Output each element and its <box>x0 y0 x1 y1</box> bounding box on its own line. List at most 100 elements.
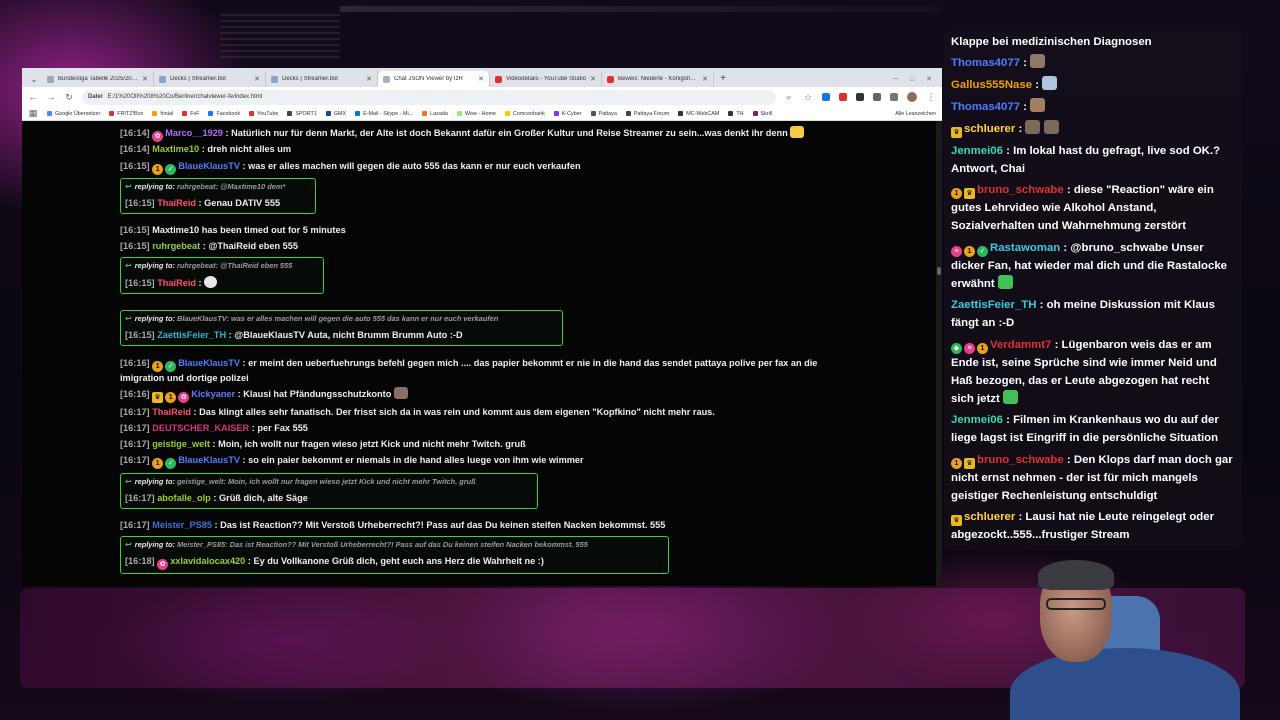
reply-box: ↩ replying to: geistige_welt: Moin, ich w… <box>120 473 538 509</box>
reload-icon[interactable]: ↻ <box>64 92 74 103</box>
maximize-icon[interactable]: □ <box>910 76 914 83</box>
message-username[interactable]: Kickyaner <box>191 389 235 399</box>
overlay-username: Thomas4077 <box>951 57 1021 69</box>
bookmark-item[interactable]: TH <box>728 111 744 117</box>
message-timestamp: [16:15] <box>120 225 150 235</box>
message-username[interactable]: ZaettisFeier_TH <box>157 330 226 340</box>
reply-arrow-icon: ↩ <box>125 477 132 486</box>
overlay-message: 1 ♛ bruno_schwabe : Den Klops darf man doc… <box>951 454 1233 502</box>
bookmark-item[interactable]: YouTube <box>249 111 278 117</box>
bookmark-star-icon[interactable]: ☆ <box>803 92 813 103</box>
message-timestamp: [16:15] <box>125 330 155 340</box>
tab-search-icon[interactable]: ⌄ <box>26 71 42 87</box>
all-bookmarks-link[interactable]: Alle Lesezeichen <box>895 111 936 117</box>
tab-2[interactable]: Decks | Streamer.bot ✕ <box>266 71 378 87</box>
extension-icon[interactable] <box>822 93 830 101</box>
bookmark-item[interactable]: FRITZ!Box <box>109 111 143 117</box>
bookmark-item[interactable]: E-Mail - Skype - Mi... <box>355 111 413 117</box>
message-username[interactable]: ThaiReid <box>152 407 191 417</box>
bookmark-item[interactable]: Wise - Home <box>456 111 496 117</box>
chat-message: [16:17] geistige_welt : Moin, ich wollt … <box>120 439 526 449</box>
message-username[interactable]: abofalle_olp <box>157 493 211 503</box>
extensions-puzzle-icon[interactable] <box>873 93 881 101</box>
bookmark-label: Facebook <box>216 110 241 117</box>
message-username[interactable]: BlaueKlausTV <box>178 161 240 171</box>
bookmark-label: FvF <box>190 110 200 117</box>
message-username[interactable]: xxlavidalocax420 <box>170 556 245 566</box>
message-text: was er alles machen will gegen die auto … <box>248 161 581 171</box>
message-username[interactable]: BlaueKlausTV <box>178 455 240 465</box>
extension-icon[interactable] <box>839 93 847 101</box>
message-username[interactable]: Meister_PS85 <box>152 520 212 530</box>
crown-badge-icon: ♛ <box>951 127 962 138</box>
new-tab-button[interactable]: + <box>714 71 732 87</box>
chat-message: [16:17] DEUTSCHER_KAISER : per Fax 555 <box>120 423 308 433</box>
scrollbar-thumb[interactable] <box>937 267 941 275</box>
apps-grid-icon[interactable]: ▦ <box>28 108 38 119</box>
stream-background: ⌄ Bundesliga Tabelle 2025/2026 | ✕ Decks |… <box>0 0 1280 720</box>
reply-quoted-text: @ThaiReid eben 555 <box>220 261 293 270</box>
bookmark-item[interactable]: Lazada <box>422 111 448 117</box>
reply-message: [16:15] ThaiReid : <box>125 276 319 290</box>
tab-close-icon[interactable]: ✕ <box>254 75 260 83</box>
tab-close-icon[interactable]: ✕ <box>142 75 148 83</box>
reply-label: replying to: <box>134 477 175 486</box>
message-username[interactable]: BlaueKlausTV <box>178 358 240 368</box>
sidebar-icon[interactable] <box>890 93 898 101</box>
profile-avatar[interactable] <box>907 92 917 102</box>
bookmark-item[interactable]: MC-WebCAM <box>678 111 719 117</box>
tab-0[interactable]: Bundesliga Tabelle 2025/2026 | ✕ <box>42 71 154 87</box>
tab-4[interactable]: Videodetails - YouTube Studio ✕ <box>490 71 602 87</box>
message-username[interactable]: Marco__1929 <box>165 128 223 138</box>
bookmark-label: YouTube <box>257 110 279 117</box>
url-input[interactable]: Datei E:/1%20OII%208%20Co/Berliner/chatv… <box>82 89 776 105</box>
tab-close-icon[interactable]: ✕ <box>702 75 708 83</box>
message-username[interactable]: DEUTSCHER_KAISER <box>152 423 249 433</box>
message-username[interactable]: ruhrgebeat <box>152 241 200 251</box>
bookmark-item[interactable]: Facebook <box>208 111 240 117</box>
bookmark-item[interactable]: fonial <box>152 111 173 117</box>
message-username[interactable]: ThaiReid <box>157 278 196 288</box>
bookmark-item[interactable]: Comcenbank <box>505 111 545 117</box>
bookmark-favicon-icon <box>109 111 115 116</box>
message-username[interactable]: Maxtime10 <box>152 144 199 154</box>
reply-context: ↩ replying to: Meister_PS85: Das ist Reac… <box>125 540 588 549</box>
bookmark-item[interactable]: Skrill <box>752 111 772 117</box>
minimize-icon[interactable]: ─ <box>893 76 898 83</box>
tab-3[interactable]: Chat JSON Viewer by IzR ✕ <box>378 71 490 87</box>
webcam-feed <box>980 556 1270 720</box>
bookmark-item[interactable]: Pattaya Forum <box>625 111 669 117</box>
message-username[interactable]: ThaiReid <box>157 198 196 208</box>
crown-badge-icon: ♛ <box>964 458 975 469</box>
reply-context: ↩ replying to: ruhrgebeat: @ThaiReid eben… <box>125 261 293 270</box>
tab-close-icon[interactable]: ✕ <box>590 75 596 83</box>
reply-label: replying to: <box>134 182 175 191</box>
bookmark-item[interactable]: SPORT1 <box>287 111 317 117</box>
url-text: E:/1%20OII%208%20Co/Berliner/chatviewer-… <box>107 94 263 100</box>
bookmark-item[interactable]: GMX <box>325 111 346 117</box>
tab-5[interactable]: Beweis: Niederle - Königshaus ✕ <box>602 71 714 87</box>
menu-dots-icon[interactable]: ⋮ <box>926 92 936 103</box>
forward-icon[interactable]: → <box>46 92 56 102</box>
zoom-icon[interactable]: ⌕ <box>784 92 794 103</box>
scrollbar[interactable] <box>936 121 942 586</box>
bookmarks-bar: ▦ Google Übersetzer FRITZ!Box fonial FvF Fac… <box>22 107 942 121</box>
message-timestamp: [16:17] <box>125 493 155 503</box>
message-text: Genau DATIV 555 <box>204 198 281 208</box>
extension-icon[interactable] <box>856 93 864 101</box>
back-icon[interactable]: ← <box>28 92 38 102</box>
bookmark-label: Google Übersetzer <box>55 110 101 117</box>
message-username[interactable]: geistige_welt <box>152 439 210 449</box>
message-username[interactable]: Maxtime10 has been timed out for 5 minut… <box>152 225 346 235</box>
overlay-username: bruno_schwabe <box>977 184 1064 196</box>
bookmark-item[interactable]: Google Übersetzer <box>47 111 100 117</box>
bookmark-item[interactable]: FvF <box>182 111 199 117</box>
bookmark-item[interactable]: Pattaya <box>590 111 617 117</box>
tab-1[interactable]: Decks | Streamer.bot ✕ <box>154 71 266 87</box>
bookmark-favicon-icon <box>182 111 188 116</box>
close-window-icon[interactable]: ✕ <box>926 75 932 83</box>
verified-badge-icon: ✓ <box>165 164 177 175</box>
bookmark-item[interactable]: K-Cyber <box>553 111 582 117</box>
tab-close-icon[interactable]: ✕ <box>478 75 484 83</box>
tab-close-icon[interactable]: ✕ <box>366 75 372 83</box>
